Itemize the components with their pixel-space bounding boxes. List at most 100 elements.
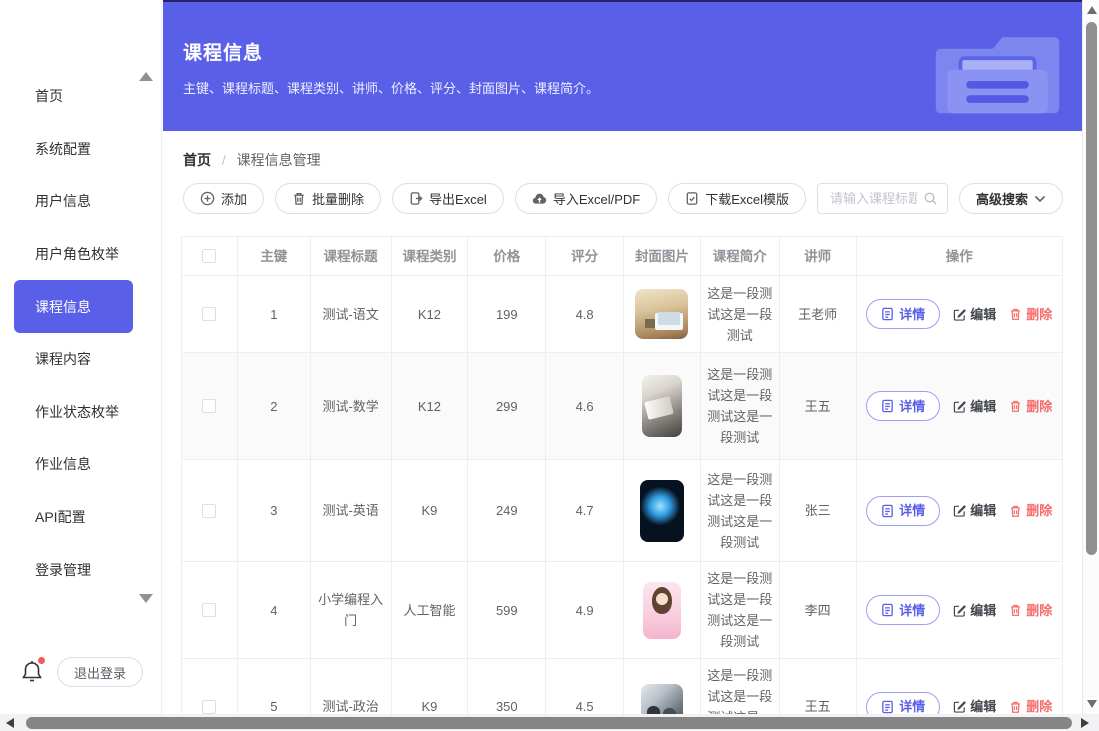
delete-label: 删除 [1026,500,1052,521]
delete-button[interactable]: 删除 [1009,600,1052,621]
search-icon[interactable] [923,191,938,206]
export-excel-button[interactable]: 导出Excel [392,183,504,214]
edit-button[interactable]: 编辑 [953,396,996,417]
document-icon [881,307,894,321]
row-checkbox[interactable] [202,700,216,714]
notification-bell-icon[interactable] [20,659,46,685]
cell-course-teacher: 王五 [780,659,857,714]
sidebar-item-login-management[interactable]: 登录管理 [14,543,133,596]
cell-course-category: K12 [392,353,469,459]
horizontal-scrollbar-thumb[interactable] [26,717,1072,729]
delete-button[interactable]: 删除 [1009,396,1052,417]
course-cover-image [640,480,684,542]
export-excel-label: 导出Excel [429,189,487,208]
document-icon [881,399,894,413]
trash-icon [1009,603,1022,617]
logout-button[interactable]: 退出登录 [57,657,143,687]
detail-button[interactable]: 详情 [866,391,940,421]
sidebar-footer: 退出登录 [0,657,161,687]
cell-course-intro: 这是一段测试这是一段测试这是一段测试 [701,353,780,459]
sidebar-item-system-config[interactable]: 系统配置 [14,123,133,176]
row-actions: 详情 编辑 删除 [866,496,1052,526]
delete-button[interactable]: 删除 [1009,500,1052,521]
detail-button[interactable]: 详情 [866,692,940,715]
sidebar-scroll-down-icon[interactable] [139,594,153,603]
edit-icon [953,400,966,413]
sidebar-item-user-role-enum[interactable]: 用户角色枚举 [14,228,133,281]
breadcrumb-current: 课程信息管理 [237,152,321,168]
cell-course-teacher: 王老师 [780,276,857,352]
vertical-scrollbar-thumb[interactable] [1086,22,1097,555]
edit-button[interactable]: 编辑 [953,696,996,714]
table-row: 4 小学编程入门 人工智能 599 4.9 这是一段测试这是一段测试这是一段测试… [182,562,1062,659]
col-header-intro: 课程简介 [701,237,780,275]
cell-course-price: 299 [468,353,546,459]
sidebar-item-homework-info[interactable]: 作业信息 [14,438,133,491]
trash-icon [1009,307,1022,321]
edit-button[interactable]: 编辑 [953,304,996,325]
row-checkbox[interactable] [202,504,216,518]
sidebar-item-home[interactable]: 首页 [14,70,133,123]
document-icon [881,700,894,714]
cell-course-price: 199 [468,276,546,352]
cell-course-rating: 4.5 [546,659,624,714]
edit-icon [953,604,966,617]
row-actions: 详情 编辑 删除 [866,595,1052,625]
horizontal-scrollbar[interactable] [0,714,1099,731]
select-all-checkbox[interactable] [202,249,216,263]
add-button[interactable]: 添加 [183,183,264,214]
delete-button[interactable]: 删除 [1009,696,1052,714]
batch-delete-button[interactable]: 批量删除 [275,183,381,214]
row-checkbox[interactable] [202,603,216,617]
scroll-up-arrow-icon[interactable] [1087,6,1097,14]
detail-button[interactable]: 详情 [866,496,940,526]
advanced-search-button[interactable]: 高级搜索 [959,183,1063,214]
cell-course-teacher: 张三 [780,460,857,561]
scroll-left-arrow-icon[interactable] [6,718,14,728]
row-checkbox[interactable] [202,399,216,413]
chevron-down-icon [1034,195,1046,203]
document-icon [881,504,894,518]
row-actions: 详情 编辑 删除 [866,692,1052,715]
sidebar-item-course-content[interactable]: 课程内容 [14,333,133,386]
sidebar-item-course-info[interactable]: 课程信息 [14,280,133,333]
edit-button[interactable]: 编辑 [953,500,996,521]
download-template-button[interactable]: 下载Excel模版 [668,183,806,214]
cell-course-cover [624,562,701,658]
edit-button[interactable]: 编辑 [953,600,996,621]
sidebar-item-api-config[interactable]: API配置 [14,491,133,544]
cell-course-title: 测试-数学 [311,353,392,459]
delete-button[interactable]: 删除 [1009,304,1052,325]
cell-course-category: K12 [392,276,469,352]
cell-course-intro: 这是一段测试这是一段测试这是一段测试 [701,562,780,658]
breadcrumb-home-link[interactable]: 首页 [183,152,211,168]
detail-button[interactable]: 详情 [866,595,940,625]
sidebar-item-label: 用户信息 [35,191,91,211]
row-select-cell [182,276,238,352]
row-select-cell [182,353,238,459]
cell-course-category: K9 [392,460,469,561]
sidebar-item-homework-status-enum[interactable]: 作业状态枚举 [14,386,133,439]
cell-course-id: 5 [238,659,311,714]
scroll-right-arrow-icon[interactable] [1081,718,1089,728]
import-excel-button[interactable]: 导入Excel/PDF [515,183,657,214]
col-header-teacher: 讲师 [780,237,857,275]
cell-course-rating: 4.8 [546,276,624,352]
sidebar-item-user-info[interactable]: 用户信息 [14,175,133,228]
edit-label: 编辑 [970,396,996,417]
cell-course-title: 测试-语文 [311,276,392,352]
main-content: 课程信息 主键、课程标题、课程类别、讲师、价格、评分、封面图片、课程简介。 首页… [163,0,1082,714]
col-header-rating: 评分 [546,237,624,275]
table-row: 2 测试-数学 K12 299 4.6 这是一段测试这是一段测试这是一段测试 王… [182,353,1062,460]
edit-label: 编辑 [970,304,996,325]
detail-button[interactable]: 详情 [866,299,940,329]
table-row: 1 测试-语文 K12 199 4.8 这是一段测试这是一段测试 王老师 详情 … [182,276,1062,353]
cell-course-teacher: 王五 [780,353,857,459]
cell-course-title: 小学编程入门 [311,562,392,658]
row-select-cell [182,562,238,658]
course-cover-image [643,582,681,639]
row-checkbox[interactable] [202,307,216,321]
course-table: 主键 课程标题 课程类别 价格 评分 封面图片 课程简介 讲师 操作 1 测试-… [181,236,1063,714]
scroll-down-arrow-icon[interactable] [1087,700,1097,708]
vertical-scrollbar[interactable] [1082,0,1099,714]
